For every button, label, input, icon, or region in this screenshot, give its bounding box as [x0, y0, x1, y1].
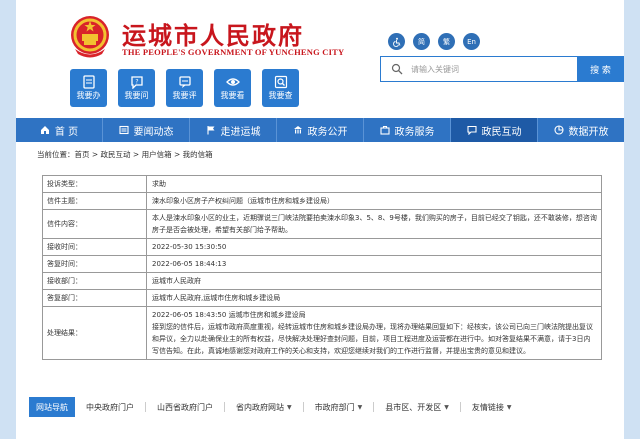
nav-item-home[interactable]: 首 页 — [16, 118, 103, 142]
reply-department-value: 运城市人民政府,运城市住房和城乡建设局 — [146, 289, 602, 307]
table-row: 答复部门： 运城市人民政府,运城市住房和城乡建设局 — [42, 289, 602, 307]
english-button[interactable]: En — [463, 33, 480, 50]
site-navigation-title: 网站导航 — [29, 397, 75, 417]
nav-item-gov-affairs[interactable]: 政务公开 — [277, 118, 364, 142]
footer-dropdown-counties[interactable]: 县市区、开发区 ▼ — [374, 402, 460, 413]
traditional-chinese-button[interactable]: 繁 — [438, 33, 455, 50]
table-row: 接收时间： 2022-05-30 15:30:50 — [42, 238, 602, 256]
site-navigation-bar: 网站导航 中央政府门户 山西省政府门户 省内政府网站 ▼ 市政府部门 ▼ 县市区… — [29, 397, 624, 417]
letter-subject-value: 涑水印象小区房子产权纠问题（运城市住房和城乡建设局） — [146, 192, 602, 210]
nav-item-label: 要闻动态 — [133, 126, 174, 138]
received-time-label: 接收时间： — [42, 238, 147, 256]
nav-item-label: 走进运城 — [220, 126, 261, 138]
search-button[interactable]: 搜 索 — [577, 56, 624, 82]
result-label: 处理结果： — [42, 306, 147, 360]
quick-links: 我要办 ? 我要问 我要评 我要看 我要查 — [70, 69, 299, 107]
nav-item-label: 政民互动 — [481, 126, 522, 138]
table-row: 处理结果： 2022-06-05 18:43:50 运城市住房和城乡建设局 接到… — [42, 306, 602, 360]
quick-link-label: 我要问 — [124, 91, 149, 100]
letter-detail-table: 投诉类型： 求助 信件主题： 涑水印象小区房子产权纠问题（运城市住房和城乡建设局… — [42, 175, 602, 360]
quick-link-label: 我要看 — [220, 91, 245, 100]
service-icon — [379, 125, 390, 135]
footer-dropdown-city-departments[interactable]: 市政府部门 ▼ — [304, 402, 374, 413]
nav-item-label: 首 页 — [54, 126, 79, 138]
accessibility-bar: 简 繁 En — [388, 33, 480, 50]
site-subtitle: THE PEOPLE'S GOVERNMENT OF YUNCHENG CITY — [122, 47, 345, 57]
receiving-department-value: 运城市人民政府 — [146, 272, 602, 290]
flag-icon — [206, 126, 214, 135]
letter-content-value: 本人是涑水印象小区的业主，近期骤说三门峡法院要拍卖涑水印象3、5、8、9号楼，我… — [146, 209, 602, 239]
news-icon — [118, 125, 129, 135]
chat-icon — [466, 125, 477, 135]
site-title: 运城市人民政府 — [122, 21, 304, 50]
chevron-down-icon: ▼ — [287, 403, 292, 411]
reply-time-value: 2022-06-05 18:44:13 — [146, 255, 602, 273]
nav-item-about[interactable]: 走进运城 — [190, 118, 277, 142]
letter-subject-label: 信件主题： — [42, 192, 147, 210]
table-row: 投诉类型： 求助 — [42, 175, 602, 193]
nav-item-label: 政务服务 — [394, 126, 435, 138]
building-icon — [293, 126, 302, 134]
eye-icon — [225, 78, 240, 86]
reply-time-label: 答复时间： — [42, 255, 147, 273]
table-row: 信件内容： 本人是涑水印象小区的业主，近期骤说三门峡法院要拍卖涑水印象3、5、8… — [42, 209, 602, 239]
nav-item-open-data[interactable]: 数据开放 — [538, 118, 624, 142]
nav-item-label: 政务公开 — [307, 126, 348, 138]
footer-link-central-gov[interactable]: 中央政府门户 — [75, 402, 145, 413]
received-time-value: 2022-05-30 15:30:50 — [146, 238, 602, 256]
footer-link-label: 山西省政府门户 — [157, 402, 213, 412]
footer-link-label: 省内政府网站 — [236, 402, 284, 412]
footer-dropdown-friendly-links[interactable]: 友情链接 ▼ — [461, 402, 523, 413]
search-icon — [391, 63, 403, 75]
simplified-chinese-button[interactable]: 简 — [413, 33, 430, 50]
quick-link-label: 我要查 — [268, 91, 293, 100]
footer-link-label: 中央政府门户 — [86, 402, 134, 412]
feedback-icon — [178, 76, 191, 88]
chevron-down-icon: ▼ — [444, 403, 449, 411]
main-nav: 首 页 要闻动态 走进运城 政务公开 政务服务 政民互动 数据开放 — [16, 118, 624, 142]
search-icon — [274, 75, 287, 89]
quick-link-view[interactable]: 我要看 — [214, 69, 251, 107]
complaint-type-label: 投诉类型： — [42, 175, 147, 193]
result-detail: 接到您的信件后，运城市政府高度重视，经转运城市住房和城乡建设局办理，现将办理结果… — [152, 323, 593, 355]
quick-link-apply[interactable]: 我要办 — [70, 69, 107, 107]
receiving-department-label: 接收部门： — [42, 272, 147, 290]
result-header: 2022-06-05 18:43:50 运城市住房和城乡建设局 — [152, 311, 306, 319]
svg-text:?: ? — [135, 79, 138, 86]
table-row: 答复时间： 2022-06-05 18:44:13 — [42, 255, 602, 273]
quick-link-label: 我要办 — [76, 91, 101, 100]
nav-item-news[interactable]: 要闻动态 — [103, 118, 190, 142]
wheelchair-icon[interactable] — [388, 33, 405, 50]
national-emblem-icon — [71, 16, 109, 58]
letter-content-label: 信件内容： — [42, 209, 147, 239]
nav-item-label: 数据开放 — [568, 126, 609, 138]
data-icon — [553, 125, 564, 135]
page-container: 运城市人民政府 THE PEOPLE'S GOVERNMENT OF YUNCH… — [16, 0, 624, 439]
table-row: 接收部门： 运城市人民政府 — [42, 272, 602, 290]
footer-link-label: 友情链接 — [471, 402, 504, 412]
question-icon: ? — [130, 76, 143, 89]
footer-dropdown-provincial-sites[interactable]: 省内政府网站 ▼ — [225, 402, 303, 413]
reply-department-label: 答复部门： — [42, 289, 147, 307]
quick-link-label: 我要评 — [172, 91, 197, 100]
quick-link-query[interactable]: 我要查 — [262, 69, 299, 107]
search-box — [380, 56, 579, 82]
home-icon — [40, 126, 49, 134]
quick-link-ask[interactable]: ? 我要问 — [118, 69, 155, 107]
search-input[interactable] — [411, 64, 571, 74]
nav-item-services[interactable]: 政务服务 — [364, 118, 451, 142]
breadcrumb: 当前位置：首页 > 政民互动 > 用户信箱 > 我的信箱 — [37, 150, 213, 159]
footer-link-shanxi-gov[interactable]: 山西省政府门户 — [146, 402, 224, 413]
complaint-type-value: 求助 — [146, 175, 602, 193]
form-icon — [82, 75, 95, 89]
chevron-down-icon: ▼ — [506, 403, 512, 411]
footer-link-label: 县市区、开发区 — [385, 402, 442, 412]
result-cell: 2022-06-05 18:43:50 运城市住房和城乡建设局 接到您的信件后，… — [146, 306, 602, 360]
quick-link-rate[interactable]: 我要评 — [166, 69, 203, 107]
nav-item-interaction[interactable]: 政民互动 — [451, 118, 538, 142]
chevron-down-icon: ▼ — [357, 403, 363, 411]
footer-link-label: 市政府部门 — [314, 402, 355, 412]
table-row: 信件主题： 涑水印象小区房子产权纠问题（运城市住房和城乡建设局） — [42, 192, 602, 210]
